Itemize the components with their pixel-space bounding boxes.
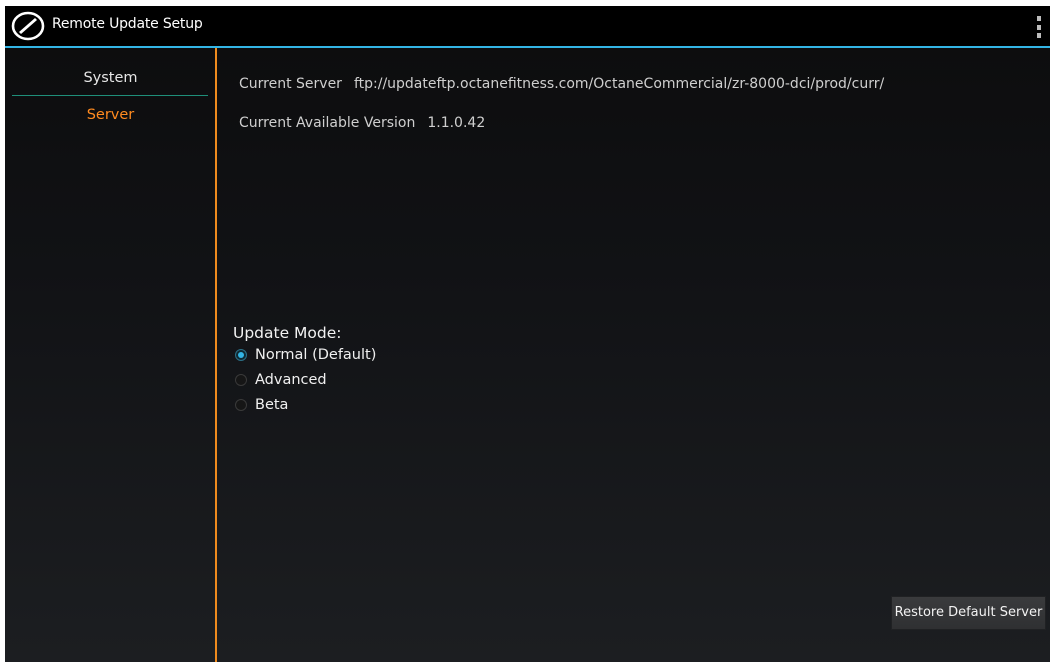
available-version-value: 1.1.0.42 bbox=[427, 115, 486, 131]
sidebar: System Server bbox=[5, 48, 216, 662]
current-server-label: Current Server bbox=[239, 76, 342, 92]
radio-label-beta: Beta bbox=[255, 397, 289, 413]
radio-option-normal[interactable]: Normal (Default) bbox=[235, 345, 376, 365]
sidebar-divider bbox=[12, 95, 208, 96]
radio-checked-icon[interactable] bbox=[235, 349, 247, 361]
octane-logo-icon[interactable] bbox=[10, 10, 46, 42]
available-version-label: Current Available Version bbox=[239, 115, 416, 131]
restore-default-server-button[interactable]: Restore Default Server bbox=[891, 596, 1046, 630]
radio-unchecked-icon[interactable] bbox=[235, 399, 247, 411]
available-version-row: Current Available Version 1.1.0.42 bbox=[239, 115, 485, 131]
radio-label-advanced: Advanced bbox=[255, 372, 327, 388]
app-title: Remote Update Setup bbox=[52, 16, 203, 32]
sidebar-item-system[interactable]: System bbox=[5, 70, 216, 86]
current-server-value: ftp://updateftp.octanefitness.com/Octane… bbox=[353, 76, 885, 92]
panel-divider bbox=[215, 48, 217, 662]
sidebar-item-server[interactable]: Server bbox=[5, 107, 216, 123]
update-mode-title: Update Mode: bbox=[233, 324, 342, 342]
overflow-menu-icon[interactable] bbox=[1034, 16, 1044, 38]
action-bar: Remote Update Setup bbox=[5, 6, 1050, 48]
radio-option-beta[interactable]: Beta bbox=[235, 395, 288, 415]
current-server-row: Current Server ftp://updateftp.octanefitn… bbox=[239, 76, 884, 92]
radio-option-advanced[interactable]: Advanced bbox=[235, 370, 327, 390]
radio-unchecked-icon[interactable] bbox=[235, 374, 247, 386]
app-screen: Remote Update Setup System Server Curren… bbox=[5, 6, 1050, 662]
radio-label-normal: Normal (Default) bbox=[255, 347, 377, 363]
